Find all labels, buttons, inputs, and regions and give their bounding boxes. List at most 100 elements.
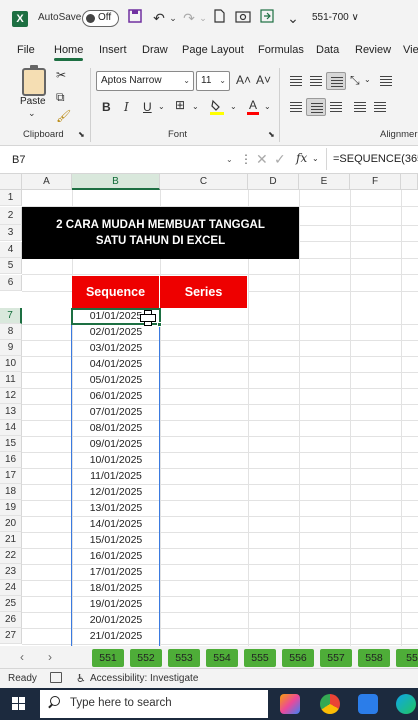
date-cell[interactable]: 07/01/2025	[72, 404, 160, 420]
document-icon[interactable]	[210, 9, 228, 27]
decrease-indent-button[interactable]	[350, 98, 370, 116]
date-cell[interactable]: 02/01/2025	[72, 324, 160, 340]
row-header-24[interactable]: 24	[0, 580, 22, 596]
row-header-18[interactable]: 18	[0, 484, 22, 500]
date-cell[interactable]: 04/01/2025	[72, 356, 160, 372]
row-header-22[interactable]: 22	[0, 548, 22, 564]
column-header-g[interactable]	[401, 174, 418, 190]
enter-icon[interactable]: ✓	[274, 151, 286, 168]
chevron-right-icon[interactable]: ›	[48, 650, 52, 664]
spreadsheet-grid[interactable]: A B C D E F 1 2 3 4 5 6 7 8 9 10 11 12 13 14 15 16 17 18 1…	[0, 174, 418, 646]
align-right-button[interactable]	[326, 98, 346, 116]
italic-button[interactable]: I	[124, 100, 129, 114]
chevron-down-icon[interactable]: ⌄	[226, 155, 233, 164]
insert-function-icon[interactable]: fx	[296, 151, 307, 165]
row-header-3[interactable]: 3	[0, 225, 22, 241]
row-header-7[interactable]: 7	[0, 308, 22, 324]
sheet-tab[interactable]: 553	[168, 649, 200, 667]
tab-data[interactable]: Data	[316, 44, 339, 56]
underline-dropdown-icon[interactable]: ⌄	[158, 102, 165, 111]
date-cell[interactable]: 13/01/2025	[72, 500, 160, 516]
date-cell[interactable]: 14/01/2025	[72, 516, 160, 532]
file-name[interactable]: 551-700 ∨	[312, 12, 359, 23]
function-dropdown-icon[interactable]: ⌄	[312, 154, 319, 163]
paste-dropdown-icon[interactable]: ⌄	[28, 108, 36, 119]
row-header-17[interactable]: 17	[0, 468, 22, 484]
date-cell[interactable]: 21/01/2025	[72, 628, 160, 644]
column-header-b[interactable]: B	[72, 174, 160, 190]
more-icon[interactable]: ⌄	[284, 9, 302, 27]
tab-file[interactable]: File	[17, 44, 35, 56]
date-cell[interactable]: 18/01/2025	[72, 580, 160, 596]
date-cell[interactable]: 10/01/2025	[72, 452, 160, 468]
cut-icon[interactable]: ✂	[56, 68, 66, 82]
date-cell[interactable]: 12/01/2025	[72, 484, 160, 500]
row-header-8[interactable]: 8	[0, 324, 22, 340]
font-launcher-icon[interactable]: ⬊	[268, 130, 275, 139]
date-cell[interactable]: 09/01/2025	[72, 436, 160, 452]
formula-input[interactable]: =SEQUENCE(365	[326, 148, 418, 170]
date-cell[interactable]: 05/01/2025	[72, 372, 160, 388]
tab-home[interactable]: Home	[54, 44, 84, 61]
row-header-20[interactable]: 20	[0, 516, 22, 532]
paste-icon[interactable]	[22, 65, 46, 96]
name-box[interactable]: B7	[6, 150, 234, 170]
column-header-f[interactable]: F	[350, 174, 401, 190]
export-icon[interactable]	[258, 9, 276, 27]
row-header-23[interactable]: 23	[0, 564, 22, 580]
row-header-5[interactable]: 5	[0, 258, 22, 274]
sheet-tab[interactable]: 558	[358, 649, 390, 667]
row-header-15[interactable]: 15	[0, 436, 22, 452]
row-header-10[interactable]: 10	[0, 356, 22, 372]
accessibility-icon[interactable]: ♿	[76, 672, 86, 685]
font-color-dropdown-icon[interactable]: ⌄	[264, 102, 271, 111]
orientation-dropdown-icon[interactable]: ⌄	[364, 75, 371, 84]
series-header-cell[interactable]: Series	[160, 276, 248, 308]
fill-color-icon[interactable]	[210, 99, 224, 115]
sheet-tab[interactable]: 55	[396, 649, 418, 667]
column-header-e[interactable]: E	[299, 174, 350, 190]
date-cell[interactable]: 11/01/2025	[72, 468, 160, 484]
borders-icon[interactable]: ⊞	[175, 98, 185, 112]
tab-page-layout[interactable]: Page Layout	[182, 44, 244, 56]
sheet-tab[interactable]: 557	[320, 649, 352, 667]
font-name-select[interactable]: Aptos Narrow ⌄	[96, 71, 194, 91]
date-cell[interactable]: 20/01/2025	[72, 612, 160, 628]
date-cell[interactable]: 06/01/2025	[72, 388, 160, 404]
column-header-d[interactable]: D	[248, 174, 299, 190]
align-bottom-button[interactable]	[326, 72, 346, 90]
fill-color-dropdown-icon[interactable]: ⌄	[230, 102, 237, 111]
tab-review[interactable]: Review	[355, 44, 391, 56]
sequence-header-cell[interactable]: Sequence	[72, 276, 160, 308]
borders-dropdown-icon[interactable]: ⌄	[192, 102, 199, 111]
date-cell[interactable]: 17/01/2025	[72, 564, 160, 580]
font-size-select[interactable]: 11 ⌄	[196, 71, 230, 91]
font-color-button[interactable]: A	[246, 98, 260, 116]
camera-icon[interactable]	[234, 9, 252, 27]
align-top-button[interactable]	[286, 72, 306, 90]
accessibility-status[interactable]: Accessibility: Investigate	[90, 673, 198, 684]
sheet-tab[interactable]: 556	[282, 649, 314, 667]
increase-font-size-icon[interactable]: A˄	[236, 73, 251, 87]
tab-draw[interactable]: Draw	[142, 44, 168, 56]
row-header-9[interactable]: 9	[0, 340, 22, 356]
align-left-button[interactable]	[286, 98, 306, 116]
date-cell[interactable]: 15/01/2025	[72, 532, 160, 548]
copy-icon[interactable]: ⧉	[56, 90, 65, 105]
sheet-tab[interactable]: 551	[92, 649, 124, 667]
align-center-button[interactable]	[306, 98, 326, 116]
align-middle-button[interactable]	[306, 72, 326, 90]
paste-button[interactable]: Paste	[20, 96, 46, 107]
date-cell[interactable]: 03/01/2025	[72, 340, 160, 356]
row-header-1[interactable]: 1	[0, 190, 22, 206]
edge-icon[interactable]	[396, 694, 416, 714]
row-header-14[interactable]: 14	[0, 420, 22, 436]
row-header-16[interactable]: 16	[0, 452, 22, 468]
date-cell[interactable]: 19/01/2025	[72, 596, 160, 612]
save-icon[interactable]	[126, 9, 144, 27]
row-header-25[interactable]: 25	[0, 596, 22, 612]
tab-formulas[interactable]: Formulas	[258, 44, 304, 56]
autosave-toggle[interactable]: Off	[82, 10, 119, 27]
column-header-a[interactable]: A	[22, 174, 72, 190]
increase-indent-button[interactable]	[370, 98, 390, 116]
